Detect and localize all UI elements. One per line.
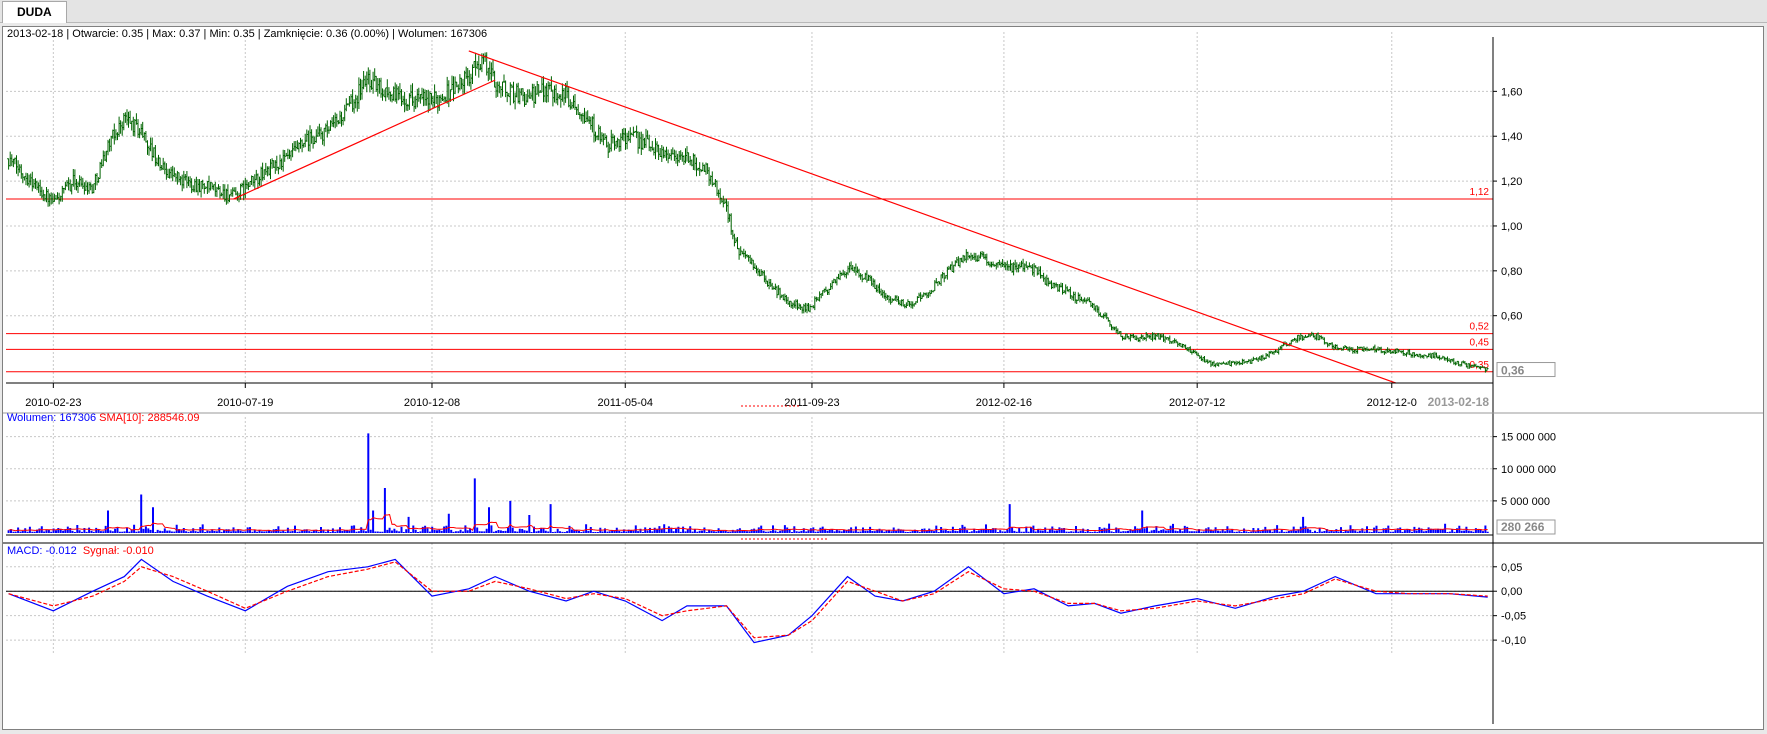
x-tick-label: 2011-05-04 bbox=[598, 397, 653, 409]
volume-axis: 5 000 000 10 000 000 15 000 000 280 266 bbox=[741, 432, 1556, 540]
ohlc-bars bbox=[7, 52, 1489, 373]
info-close: Zamknięcie: 0.36 (0.00%) bbox=[263, 28, 390, 40]
info-volume: Wolumen: 167306 bbox=[398, 28, 488, 40]
macd-axis: -0,10 -0,05 0,00 0,05 bbox=[1493, 562, 1526, 647]
volume-grid bbox=[6, 417, 1493, 533]
price-candles bbox=[7, 52, 1489, 373]
last-volume-label: 280 266 bbox=[1501, 520, 1545, 534]
info-open: Otwarcie: 0.35 bbox=[72, 28, 144, 40]
macd-tick-label: 0,05 bbox=[1501, 562, 1522, 574]
macd-lines bbox=[8, 558, 1488, 644]
macd-tick-label: 0,00 bbox=[1501, 586, 1522, 598]
panel-frames bbox=[3, 37, 1763, 724]
signal-label: Sygnał: -0.010 bbox=[82, 545, 154, 557]
x-tick-label: 2012-12-0 bbox=[1367, 397, 1417, 409]
tab-bar: DUDA bbox=[0, 0, 1767, 23]
chart-canvas[interactable]: 1,120,520,450,35 0,600,801,001,201,401,6… bbox=[3, 27, 1763, 729]
volume-tick-label: 10 000 000 bbox=[1501, 464, 1556, 476]
price-axis: 0,60 0,80 1,00 1,20 1,40 1,60 0,36 bbox=[1493, 86, 1556, 378]
volume-label: Wolumen: 167306 bbox=[7, 412, 97, 424]
price-tick-label: 0,60 bbox=[1501, 311, 1522, 323]
x-tick-label: 2011-09-23 bbox=[784, 397, 839, 409]
price-tick-label: 0,80 bbox=[1501, 266, 1522, 278]
x-tick-label: 2010-02-23 bbox=[25, 397, 81, 409]
price-tick-label: 1,60 bbox=[1501, 86, 1522, 98]
support-line-label: 0,45 bbox=[1470, 337, 1490, 348]
support-line-label: 1,12 bbox=[1470, 187, 1490, 198]
tab-duda[interactable]: DUDA bbox=[2, 1, 67, 23]
macd-info: MACD: -0.012 Sygnał: -0.010 bbox=[7, 545, 154, 557]
ohlc-info: 2013-02-18 | Otwarcie: 0.35 | Max: 0.37 … bbox=[7, 28, 488, 40]
sma-label: SMA[10]: 288546.09 bbox=[99, 412, 200, 424]
price-tick-label: 1,00 bbox=[1501, 221, 1522, 233]
macd-label: MACD: -0.012 bbox=[7, 545, 77, 557]
x-tick-label: 2012-02-16 bbox=[976, 397, 1032, 409]
volume-tick-label: 15 000 000 bbox=[1501, 432, 1556, 444]
macd-grid bbox=[6, 543, 1493, 655]
volume-info: Wolumen: 167306 SMA[10]: 288546.09 bbox=[7, 412, 199, 424]
info-high: Max: 0.37 bbox=[152, 28, 201, 40]
price-xaxis: 2010-02-23 2010-07-19 2010-12-08 2011-05-04… bbox=[25, 383, 1491, 409]
end-date-label: 2013-02-18 bbox=[1428, 395, 1490, 409]
support-line-label: 0,52 bbox=[1470, 322, 1490, 333]
macd-tick-label: -0,05 bbox=[1501, 611, 1526, 623]
info-date: 2013-02-18 bbox=[7, 28, 64, 40]
x-tick-label: 2012-07-12 bbox=[1169, 397, 1225, 409]
macd-tick-label: -0,10 bbox=[1501, 635, 1526, 647]
signal-line bbox=[8, 561, 1488, 639]
last-price-label: 0,36 bbox=[1501, 364, 1525, 378]
price-grid bbox=[6, 32, 1493, 383]
volume-bars-path bbox=[7, 433, 1489, 533]
price-tick-label: 1,20 bbox=[1501, 176, 1522, 188]
info-low: Min: 0.35 bbox=[209, 28, 255, 40]
price-tick-label: 1,40 bbox=[1501, 131, 1522, 143]
price-hlines: 1,120,520,450,35 bbox=[6, 187, 1493, 373]
x-tick-label: 2010-12-08 bbox=[404, 397, 460, 409]
volume-tick-label: 5 000 000 bbox=[1501, 496, 1550, 508]
x-tick-label: 2010-07-19 bbox=[217, 397, 273, 409]
volume-bars bbox=[7, 433, 1489, 533]
chart-window[interactable]: 1,12 0,52 0,45 0,35 0,60 0,80 1,00 1,20 1,40 1,6… bbox=[2, 26, 1764, 730]
